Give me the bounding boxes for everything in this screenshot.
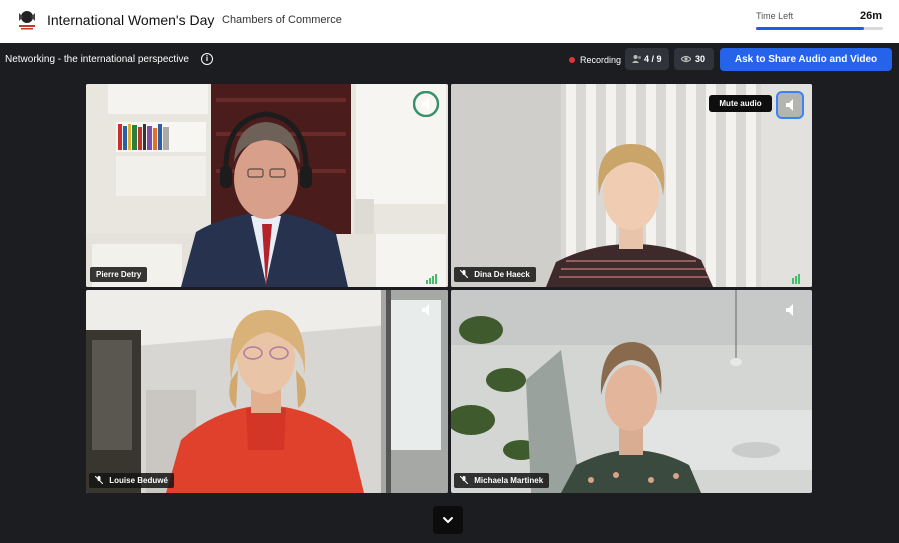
mic-off-icon xyxy=(460,270,468,278)
participant-name-tag: Louise Beduwé xyxy=(89,473,174,488)
event-logo-icon xyxy=(16,9,38,31)
speaker-icon[interactable] xyxy=(776,91,804,119)
time-left-value: 26m xyxy=(859,10,882,22)
chevron-down-icon xyxy=(443,517,453,523)
participant-name: Dina De Haeck xyxy=(474,270,530,279)
participant-name: Michaela Martinek xyxy=(474,476,544,485)
participants-button[interactable]: 4 / 9 xyxy=(625,48,669,70)
viewers-count: 30 xyxy=(695,54,706,64)
mic-off-icon xyxy=(460,476,468,484)
signal-strength-icon xyxy=(789,274,800,284)
video-feed-dina-de-haeck xyxy=(451,84,812,287)
mute-audio-tooltip: Mute audio xyxy=(709,95,772,112)
signal-strength-icon xyxy=(426,274,437,284)
session-title: Networking - the international perspecti… xyxy=(5,54,189,65)
time-left-progress-fill xyxy=(756,27,864,30)
video-tile-louise-beduwe[interactable]: Louise Beduwé xyxy=(86,290,448,493)
viewers-button[interactable]: 30 xyxy=(674,48,714,70)
participant-name-tag: Pierre Detry xyxy=(90,267,148,282)
participant-name: Pierre Detry xyxy=(96,270,142,279)
speaker-icon[interactable] xyxy=(413,297,439,323)
recording-dot-icon xyxy=(569,57,575,63)
time-left-label: Time Left xyxy=(756,11,794,21)
eye-icon xyxy=(681,55,691,63)
participants-count: 4 / 9 xyxy=(644,54,662,64)
top-bar: International Women's Day Chambers of Co… xyxy=(0,0,899,43)
people-icon xyxy=(632,55,641,63)
video-feed-pierre-detry xyxy=(86,84,448,287)
video-feed-michaela-martinek xyxy=(451,290,812,493)
expand-controls-button[interactable] xyxy=(433,506,463,534)
event-title: International Women's Day xyxy=(47,12,215,28)
session-bar: Networking - the international perspecti… xyxy=(0,43,899,76)
participant-name-tag: Dina De Haeck xyxy=(454,267,536,282)
speaker-icon[interactable] xyxy=(413,91,439,117)
video-tile-pierre-detry[interactable]: Pierre Detry xyxy=(86,84,448,287)
time-left-progress xyxy=(756,27,883,30)
participant-name-tag: Michaela Martinek xyxy=(454,473,550,488)
video-tile-michaela-martinek[interactable]: Michaela Martinek xyxy=(451,290,812,493)
video-tile-dina-de-haeck[interactable]: Dina De Haeck xyxy=(451,84,812,287)
video-feed-louise-beduwe xyxy=(86,290,448,493)
info-icon[interactable]: i xyxy=(201,53,213,65)
ask-to-share-button[interactable]: Ask to Share Audio and Video xyxy=(720,48,892,71)
participant-name: Louise Beduwé xyxy=(109,476,168,485)
recording-label: Recording xyxy=(580,55,622,65)
speaker-icon[interactable] xyxy=(777,297,803,323)
mic-off-icon xyxy=(95,476,103,484)
organizer-name: Chambers of Commerce xyxy=(222,14,342,26)
